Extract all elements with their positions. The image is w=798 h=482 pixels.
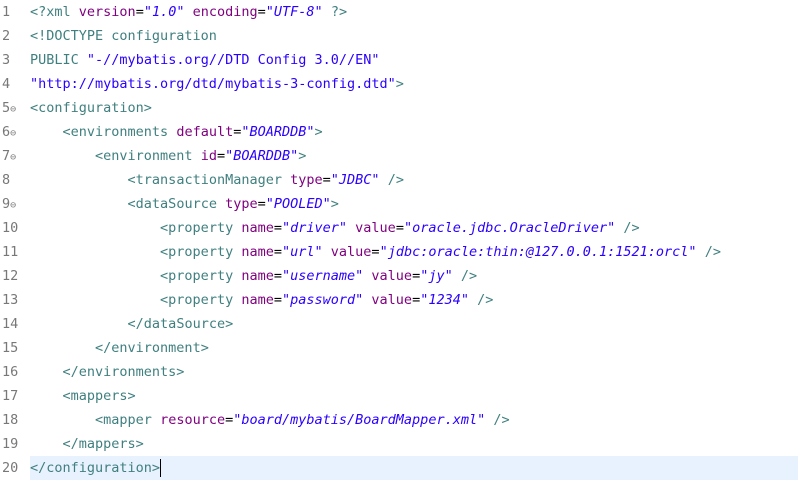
line-number: 3 [2, 52, 11, 68]
code-area[interactable]: <?xml version="1.0" encoding="UTF-8" ?> … [30, 0, 798, 480]
code-line[interactable]: <property name="username" value="jy" /> [30, 264, 798, 288]
line-number: 20 [2, 460, 19, 476]
line-number: 14 [2, 316, 19, 332]
code-line[interactable]: "http://mybatis.org/dtd/mybatis-3-config… [30, 72, 798, 96]
line-number: 15 [2, 340, 19, 356]
fold-toggle-icon[interactable]: ⊖ [10, 98, 20, 122]
code-line[interactable]: <property name="driver" value="oracle.jd… [30, 216, 798, 240]
code-line[interactable]: <mappers> [30, 384, 798, 408]
code-line[interactable]: <property name="url" value="jdbc:oracle:… [30, 240, 798, 264]
line-number: 2 [2, 28, 11, 44]
code-line[interactable]: <dataSource type="POOLED"> [30, 192, 798, 216]
code-line[interactable]: <?xml version="1.0" encoding="UTF-8" ?> [30, 0, 798, 24]
code-line[interactable]: <configuration> [30, 96, 798, 120]
fold-toggle-icon[interactable]: ⊖ [10, 122, 20, 146]
line-number: 17 [2, 388, 19, 404]
code-line[interactable]: PUBLIC "-//mybatis.org//DTD Config 3.0//… [30, 48, 798, 72]
line-number: 11 [2, 244, 19, 260]
code-line[interactable]: <mapper resource="board/mybatis/BoardMap… [30, 408, 798, 432]
text-caret [160, 459, 162, 477]
code-line-current[interactable]: </configuration> [30, 456, 798, 480]
line-number: 16 [2, 364, 19, 380]
code-line[interactable]: <environment id="BOARDDB"> [30, 144, 798, 168]
line-number: 19 [2, 436, 19, 452]
line-number: 5⊖ [0, 96, 30, 120]
line-number: 7⊖ [0, 144, 30, 168]
line-number: 1 [2, 4, 11, 20]
line-number: 13 [2, 292, 19, 308]
code-line[interactable]: </dataSource> [30, 312, 798, 336]
fold-toggle-icon[interactable]: ⊖ [10, 146, 20, 170]
line-number: 18 [2, 412, 19, 428]
line-number-gutter: 1 2 3 4 5⊖ 6⊖ 7⊖ 8 9⊖ 10 11 12 13 14 15 … [0, 0, 30, 480]
code-line[interactable]: <property name="password" value="1234" /… [30, 288, 798, 312]
line-number: 9⊖ [0, 192, 30, 216]
code-editor[interactable]: 1 2 3 4 5⊖ 6⊖ 7⊖ 8 9⊖ 10 11 12 13 14 15 … [0, 0, 798, 482]
line-number: 10 [2, 220, 19, 236]
code-line[interactable]: </environment> [30, 336, 798, 360]
code-line[interactable]: <!DOCTYPE configuration [30, 24, 798, 48]
code-line[interactable]: <environments default="BOARDDB"> [30, 120, 798, 144]
code-line[interactable]: <transactionManager type="JDBC" /> [30, 168, 798, 192]
code-line[interactable]: </mappers> [30, 432, 798, 456]
line-number: 12 [2, 268, 19, 284]
line-number: 8 [2, 172, 11, 188]
code-line[interactable]: </environments> [30, 360, 798, 384]
fold-toggle-icon[interactable]: ⊖ [10, 194, 20, 218]
line-number: 6⊖ [0, 120, 30, 144]
line-number: 4 [2, 76, 11, 92]
